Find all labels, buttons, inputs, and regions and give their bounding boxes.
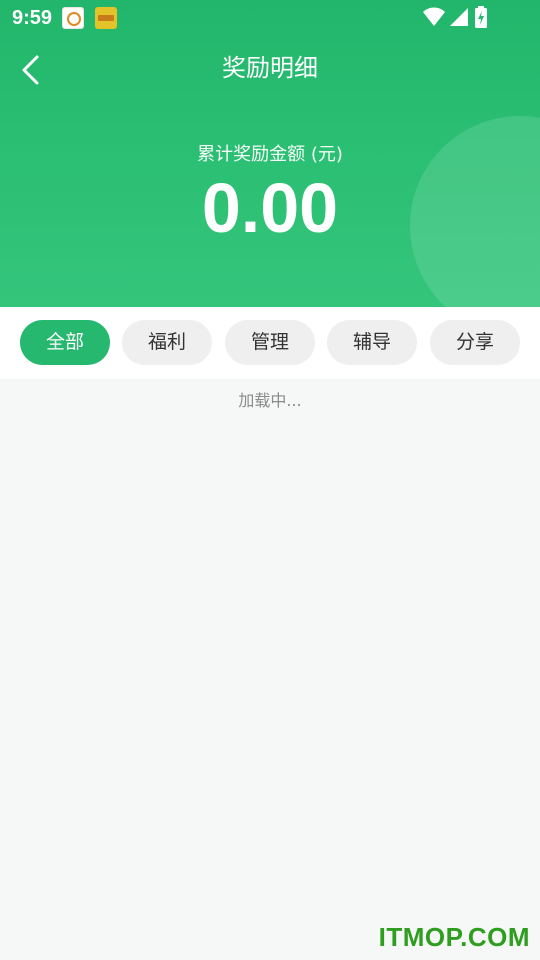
page-title: 奖励明细 [222, 54, 318, 82]
app-notification-icon [62, 7, 84, 29]
filter-tab-tutoring[interactable]: 辅导 [327, 320, 417, 365]
header-area: 9:59 奖励明细 累计奖励金额 (元) 0.00 [0, 0, 540, 307]
battery-charging-icon [475, 6, 487, 28]
total-reward-label: 累计奖励金额 (元) [197, 144, 343, 165]
app-notification-icon [95, 7, 117, 29]
total-reward-value: 0.00 [201, 169, 339, 247]
cellular-signal-icon [450, 8, 468, 26]
filter-tab-management[interactable]: 管理 [225, 320, 315, 365]
navigation-bar: 奖励明细 [0, 36, 540, 102]
status-time: 9:59 [12, 7, 53, 29]
status-bar: 9:59 [0, 0, 540, 36]
loading-indicator-text: 加载中... [238, 391, 302, 410]
system-status-icons [422, 6, 502, 30]
filter-tab-welfare[interactable]: 福利 [122, 320, 212, 365]
watermark-text: ITMOP.COM [378, 922, 530, 952]
filter-tab-bar: 全部 福利 管理 辅导 分享 [0, 307, 540, 379]
wifi-icon [423, 7, 445, 26]
filter-tab-share[interactable]: 分享 [430, 320, 520, 365]
filter-tab-all[interactable]: 全部 [20, 320, 110, 365]
